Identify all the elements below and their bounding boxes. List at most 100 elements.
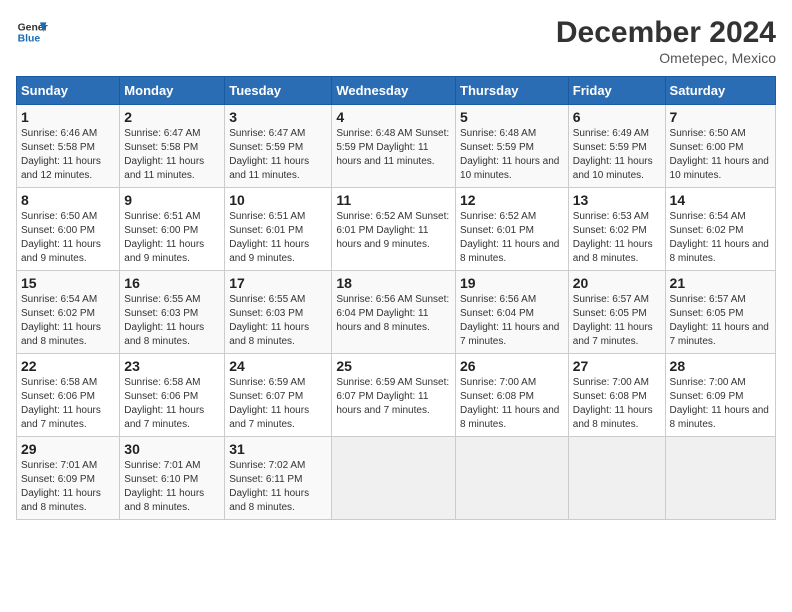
calendar-week-row: 1 Sunrise: 6:46 AM Sunset: 5:58 PM Daylig… (17, 105, 776, 188)
day-number: 21 (670, 275, 771, 291)
day-number: 16 (124, 275, 220, 291)
day-number: 31 (229, 441, 327, 457)
page-header: General Blue December 2024 Ometepec, Mex… (16, 16, 776, 66)
calendar-cell: 6 Sunrise: 6:49 AM Sunset: 5:59 PM Daylig… (568, 105, 665, 188)
day-info: Sunrise: 6:55 AM Sunset: 6:03 PM Dayligh… (229, 293, 327, 349)
calendar-cell: 2 Sunrise: 6:47 AM Sunset: 5:58 PM Daylig… (120, 105, 225, 188)
day-info: Sunrise: 6:56 AM Sunset: 6:04 PM Dayligh… (460, 293, 564, 349)
calendar-cell: 24 Sunrise: 6:59 AM Sunset: 6:07 PM Dayli… (225, 354, 332, 437)
title-block: December 2024 Ometepec, Mexico (556, 16, 776, 66)
calendar-cell (456, 437, 569, 520)
day-number: 10 (229, 192, 327, 208)
weekday-header-row: SundayMondayTuesdayWednesdayThursdayFrid… (17, 77, 776, 105)
weekday-header-wednesday: Wednesday (332, 77, 456, 105)
day-number: 28 (670, 358, 771, 374)
day-number: 24 (229, 358, 327, 374)
calendar-cell: 17 Sunrise: 6:55 AM Sunset: 6:03 PM Dayli… (225, 271, 332, 354)
calendar-cell: 20Sunrise: 6:57 AM Sunset: 6:05 PM Dayli… (568, 271, 665, 354)
day-info: Sunrise: 6:51 AM Sunset: 6:01 PM Dayligh… (229, 210, 327, 266)
day-info: Sunrise: 7:00 AM Sunset: 6:09 PM Dayligh… (670, 376, 771, 432)
calendar-cell: 23 Sunrise: 6:58 AM Sunset: 6:06 PM Dayli… (120, 354, 225, 437)
day-info: Sunrise: 6:56 AM Sunset: 6:04 PM Dayligh… (336, 293, 451, 335)
day-number: 29 (21, 441, 115, 457)
day-number: 8 (21, 192, 115, 208)
calendar-cell: 26 Sunrise: 7:00 AM Sunset: 6:08 PM Dayli… (456, 354, 569, 437)
calendar-week-row: 22 Sunrise: 6:58 AM Sunset: 6:06 PM Dayli… (17, 354, 776, 437)
logo: General Blue (16, 16, 48, 48)
day-info: Sunrise: 6:54 AM Sunset: 6:02 PM Dayligh… (670, 210, 771, 266)
weekday-header-tuesday: Tuesday (225, 77, 332, 105)
calendar-cell (665, 437, 775, 520)
day-info: Sunrise: 6:50 AM Sunset: 6:00 PM Dayligh… (21, 210, 115, 266)
calendar-cell: 4Sunrise: 6:48 AM Sunset: 5:59 PM Daylig… (332, 105, 456, 188)
calendar-cell (332, 437, 456, 520)
calendar-cell: 13Sunrise: 6:53 AM Sunset: 6:02 PM Dayli… (568, 188, 665, 271)
location: Ometepec, Mexico (556, 50, 776, 66)
day-number: 3 (229, 109, 327, 125)
day-info: Sunrise: 6:46 AM Sunset: 5:58 PM Dayligh… (21, 127, 115, 183)
calendar-cell: 7Sunrise: 6:50 AM Sunset: 6:00 PM Daylig… (665, 105, 775, 188)
day-info: Sunrise: 7:01 AM Sunset: 6:09 PM Dayligh… (21, 459, 115, 515)
day-info: Sunrise: 6:51 AM Sunset: 6:00 PM Dayligh… (124, 210, 220, 266)
day-number: 14 (670, 192, 771, 208)
calendar-cell: 11 Sunrise: 6:52 AM Sunset: 6:01 PM Dayli… (332, 188, 456, 271)
calendar-cell: 18 Sunrise: 6:56 AM Sunset: 6:04 PM Dayli… (332, 271, 456, 354)
calendar-cell: 14 Sunrise: 6:54 AM Sunset: 6:02 PM Dayli… (665, 188, 775, 271)
calendar-cell: 12 Sunrise: 6:52 AM Sunset: 6:01 PM Dayli… (456, 188, 569, 271)
calendar-cell: 15 Sunrise: 6:54 AM Sunset: 6:02 PM Dayli… (17, 271, 120, 354)
day-info: Sunrise: 6:47 AM Sunset: 5:58 PM Dayligh… (124, 127, 220, 183)
calendar-week-row: 29 Sunrise: 7:01 AM Sunset: 6:09 PM Dayli… (17, 437, 776, 520)
logo-icon: General Blue (16, 16, 48, 48)
day-info: Sunrise: 6:48 AM Sunset: 5:59 PM Dayligh… (336, 127, 451, 169)
calendar-table: SundayMondayTuesdayWednesdayThursdayFrid… (16, 76, 776, 520)
calendar-cell: 9Sunrise: 6:51 AM Sunset: 6:00 PM Daylig… (120, 188, 225, 271)
day-info: Sunrise: 6:58 AM Sunset: 6:06 PM Dayligh… (124, 376, 220, 432)
day-info: Sunrise: 6:58 AM Sunset: 6:06 PM Dayligh… (21, 376, 115, 432)
day-info: Sunrise: 6:57 AM Sunset: 6:05 PM Dayligh… (670, 293, 771, 349)
day-info: Sunrise: 7:00 AM Sunset: 6:08 PM Dayligh… (573, 376, 661, 432)
calendar-week-row: 8 Sunrise: 6:50 AM Sunset: 6:00 PM Daylig… (17, 188, 776, 271)
day-number: 27 (573, 358, 661, 374)
day-number: 2 (124, 109, 220, 125)
day-info: Sunrise: 6:59 AM Sunset: 6:07 PM Dayligh… (336, 376, 451, 418)
calendar-cell: 25Sunrise: 6:59 AM Sunset: 6:07 PM Dayli… (332, 354, 456, 437)
day-info: Sunrise: 6:59 AM Sunset: 6:07 PM Dayligh… (229, 376, 327, 432)
calendar-cell: 10 Sunrise: 6:51 AM Sunset: 6:01 PM Dayli… (225, 188, 332, 271)
calendar-cell: 30Sunrise: 7:01 AM Sunset: 6:10 PM Dayli… (120, 437, 225, 520)
weekday-header-thursday: Thursday (456, 77, 569, 105)
month-title: December 2024 (556, 16, 776, 50)
calendar-cell: 22 Sunrise: 6:58 AM Sunset: 6:06 PM Dayli… (17, 354, 120, 437)
day-info: Sunrise: 6:50 AM Sunset: 6:00 PM Dayligh… (670, 127, 771, 183)
day-number: 26 (460, 358, 564, 374)
day-info: Sunrise: 7:00 AM Sunset: 6:08 PM Dayligh… (460, 376, 564, 432)
day-info: Sunrise: 7:01 AM Sunset: 6:10 PM Dayligh… (124, 459, 220, 515)
weekday-header-saturday: Saturday (665, 77, 775, 105)
calendar-cell: 16 Sunrise: 6:55 AM Sunset: 6:03 PM Dayli… (120, 271, 225, 354)
calendar-cell: 21 Sunrise: 6:57 AM Sunset: 6:05 PM Dayli… (665, 271, 775, 354)
day-number: 1 (21, 109, 115, 125)
day-info: Sunrise: 6:53 AM Sunset: 6:02 PM Dayligh… (573, 210, 661, 266)
day-info: Sunrise: 6:49 AM Sunset: 5:59 PM Dayligh… (573, 127, 661, 183)
day-number: 15 (21, 275, 115, 291)
calendar-cell: 19Sunrise: 6:56 AM Sunset: 6:04 PM Dayli… (456, 271, 569, 354)
day-number: 11 (336, 192, 451, 208)
calendar-cell: 27 Sunrise: 7:00 AM Sunset: 6:08 PM Dayli… (568, 354, 665, 437)
day-number: 5 (460, 109, 564, 125)
day-info: Sunrise: 6:54 AM Sunset: 6:02 PM Dayligh… (21, 293, 115, 349)
day-info: Sunrise: 6:52 AM Sunset: 6:01 PM Dayligh… (336, 210, 451, 252)
day-info: Sunrise: 6:55 AM Sunset: 6:03 PM Dayligh… (124, 293, 220, 349)
day-number: 6 (573, 109, 661, 125)
day-number: 12 (460, 192, 564, 208)
day-info: Sunrise: 7:02 AM Sunset: 6:11 PM Dayligh… (229, 459, 327, 515)
weekday-header-sunday: Sunday (17, 77, 120, 105)
day-number: 22 (21, 358, 115, 374)
day-info: Sunrise: 6:52 AM Sunset: 6:01 PM Dayligh… (460, 210, 564, 266)
day-number: 17 (229, 275, 327, 291)
day-number: 20 (573, 275, 661, 291)
svg-text:Blue: Blue (18, 34, 41, 45)
day-number: 18 (336, 275, 451, 291)
weekday-header-friday: Friday (568, 77, 665, 105)
calendar-cell: 28 Sunrise: 7:00 AM Sunset: 6:09 PM Dayli… (665, 354, 775, 437)
day-number: 23 (124, 358, 220, 374)
calendar-cell: 8 Sunrise: 6:50 AM Sunset: 6:00 PM Daylig… (17, 188, 120, 271)
